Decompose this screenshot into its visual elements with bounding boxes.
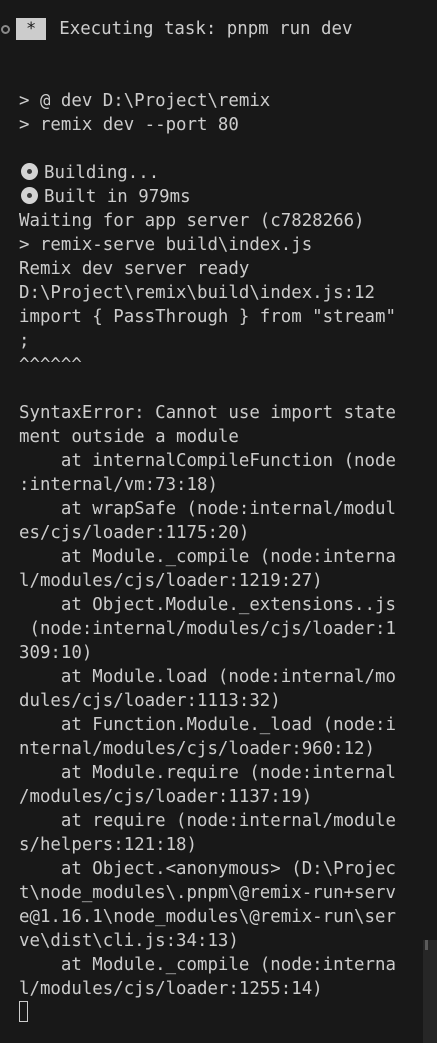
output-line: Remix dev server ready [19,259,250,279]
scrollbar-marker [425,940,428,950]
output-line: (node:internal/modules/cjs/loader:1 [19,619,396,639]
output-line-building: Building... [19,161,437,185]
output-line: ; [19,331,30,351]
output-line: nternal/modules/cjs/loader:960:12) [19,739,375,759]
output-line: D:\Project\remix\build\index.js:12 [19,283,375,303]
output-line: Waiting for app server (c7828266) [19,211,365,231]
output-line: at Module._compile (node:interna [19,547,396,567]
terminal-output[interactable]: > @ dev D:\Project\remix > remix dev --p… [19,89,437,1025]
output-line: :internal/vm:73:18) [19,475,218,495]
output-line: /modules/cjs/loader:1137:19) [19,787,313,807]
prompt-line[interactable] [19,1001,437,1025]
output-line: import { PassThrough } from "stream" [19,307,396,327]
task-title: Executing task: pnpm run dev [59,19,353,39]
output-line: l/modules/cjs/loader:1219:27) [19,571,323,591]
terminal-panel[interactable]: * Executing task: pnpm run dev > @ dev D… [0,0,437,1043]
output-line: l/modules/cjs/loader:1255:14) [19,979,323,999]
output-line: t\node_modules\.pnpm\@remix-run+serv [19,883,396,903]
output-line: at Module._compile (node:interna [19,955,396,975]
task-badge: * [16,18,47,40]
output-line-built: Built in 979ms [19,185,437,209]
output-line: at wrapSafe (node:internal/modul [19,499,396,519]
disc-icon [21,187,38,204]
output-line: ve\dist\cli.js:34:13) [19,931,239,951]
terminal-scrollbar[interactable] [423,940,437,1043]
output-line: at Object.<anonymous> (D:\Projec [19,859,396,879]
output-line: > remix-serve build\index.js [19,235,313,255]
output-line: > @ dev D:\Project\remix [19,91,271,111]
output-line: es/cjs/loader:1175:20) [19,523,250,543]
output-line: dules/cjs/loader:1113:32) [19,691,281,711]
output-line: e@1.16.1\node_modules\@remix-run\ser [19,907,396,927]
output-line: at Module.require (node:internal [19,763,396,783]
output-line: 309:10) [19,643,93,663]
output-line-text: Building... [44,163,160,183]
output-line: ment outside a module [19,427,239,447]
output-line: at Module.load (node:internal/mo [19,667,396,687]
task-status-icon [1,24,10,34]
terminal-cursor [19,1001,28,1022]
output-line: > remix dev --port 80 [19,115,239,135]
output-line-text: Built in 979ms [44,187,191,207]
output-line: at Function.Module._load (node:i [19,715,396,735]
output-line: at require (node:internal/module [19,811,396,831]
output-line: SyntaxError: Cannot use import state [19,403,396,423]
task-header: * Executing task: pnpm run dev [0,16,352,42]
disc-icon [21,163,38,180]
output-line: at internalCompileFunction (node [19,451,396,471]
output-line: ^^^^^^ [19,355,82,375]
output-line: at Object.Module._extensions..js [19,595,396,615]
output-line: s/helpers:121:18) [19,835,197,855]
